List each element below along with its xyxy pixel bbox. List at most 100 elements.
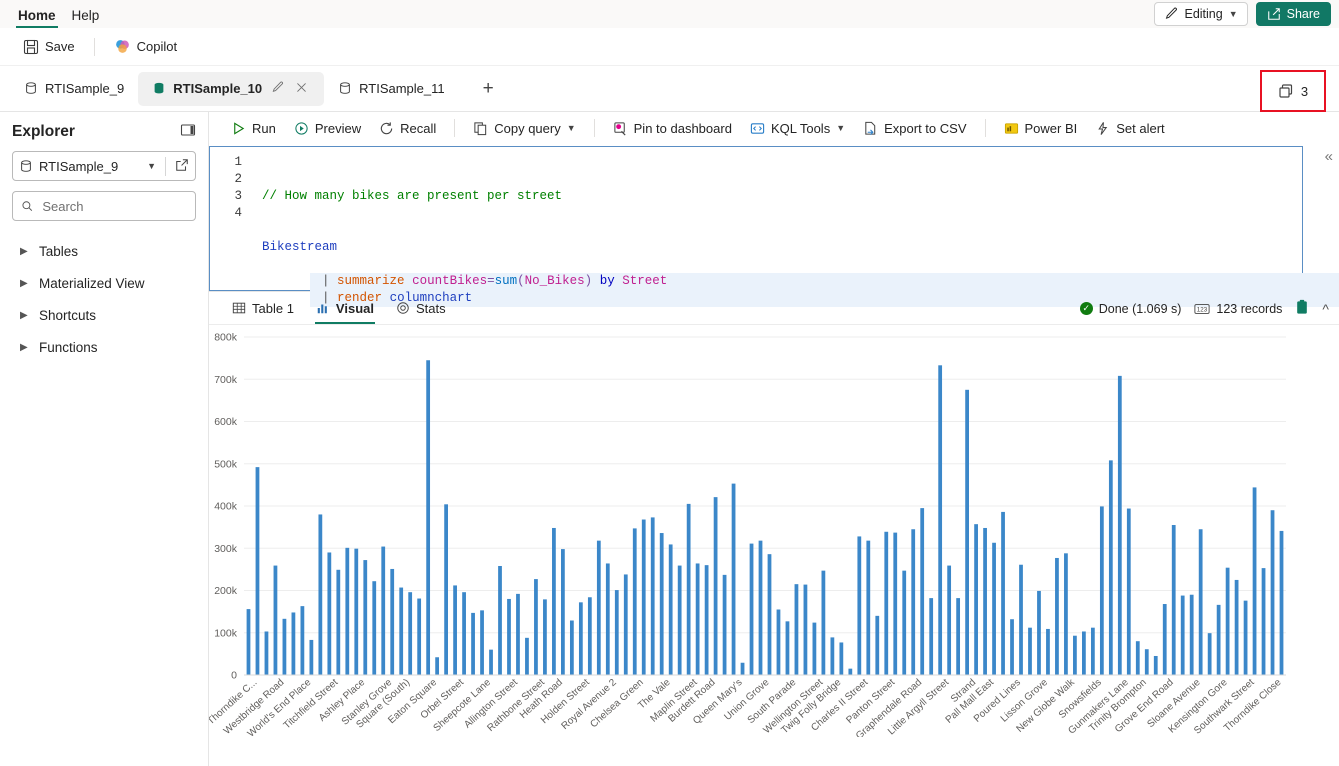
query-tab-strip: RTISample_9 RTISample_10 RTISample_11 +	[0, 66, 1339, 112]
run-button[interactable]: Run	[223, 117, 284, 140]
recall-button[interactable]: Recall	[371, 117, 444, 140]
ribbon-tab-help[interactable]: Help	[64, 5, 108, 28]
pin-to-dashboard-button[interactable]: Pin to dashboard	[605, 117, 740, 140]
query-tab-label: RTISample_10	[173, 81, 263, 96]
version-count-label: 3	[1300, 83, 1309, 99]
ribbon-tab-bar: Home Help Editing ▼ Share	[0, 0, 1339, 28]
power-bi-icon	[1004, 122, 1018, 134]
svg-text:400k: 400k	[214, 501, 238, 513]
collapse-results-button[interactable]: ^	[1322, 301, 1329, 317]
tree-node-tables[interactable]: ▶ Tables	[12, 235, 196, 267]
column-chart[interactable]: 0100k200k300k400k500k600k700k800kThorndi…	[209, 325, 1304, 737]
copilot-button[interactable]: Copilot	[105, 34, 186, 59]
kql-tools-icon	[750, 122, 765, 134]
set-alert-button[interactable]: Set alert	[1087, 117, 1172, 140]
success-check-icon: ✓	[1079, 302, 1093, 315]
copy-icon	[474, 121, 487, 135]
database-selector[interactable]: RTISample_9 ▼	[12, 151, 196, 181]
tree-node-materialized-view[interactable]: ▶ Materialized View	[12, 267, 196, 299]
copilot-label: Copilot	[136, 39, 178, 54]
clipboard-button[interactable]	[1295, 299, 1309, 318]
alert-bolt-icon	[1098, 121, 1108, 135]
export-csv-button[interactable]: Export to CSV	[855, 117, 974, 140]
open-database-button[interactable]	[175, 158, 189, 175]
database-icon	[26, 82, 36, 94]
share-button[interactable]: Share	[1255, 2, 1331, 26]
save-label: Save	[45, 39, 75, 54]
tab-table-1[interactable]: Table 1	[223, 292, 303, 324]
set-alert-label: Set alert	[1116, 120, 1165, 136]
query-tab-label: RTISample_11	[359, 81, 445, 96]
rename-tab-button[interactable]	[269, 79, 286, 99]
query-tab-rtisample-11[interactable]: RTISample_11	[324, 72, 459, 106]
explorer-title: Explorer	[12, 122, 75, 140]
tree-node-shortcuts[interactable]: ▶ Shortcuts	[12, 299, 196, 331]
copilot-icon	[115, 40, 129, 53]
collapse-right-panel-button[interactable]: «	[1325, 148, 1333, 165]
save-button[interactable]: Save	[14, 35, 84, 59]
tab-stats[interactable]: Stats	[387, 292, 455, 324]
tree-node-functions[interactable]: ▶ Functions	[12, 331, 196, 363]
query-pane: Run Preview Recall Copy query ▼ Pin to d…	[209, 112, 1339, 766]
results-tab-bar: Table 1 Visual Stats ✓ Done (1.069 s) 12…	[209, 292, 1339, 325]
copy-query-button[interactable]: Copy query ▼	[465, 117, 583, 140]
copy-query-label: Copy query	[494, 120, 561, 136]
svg-text:300k: 300k	[214, 543, 238, 555]
editing-mode-button[interactable]: Editing ▼	[1154, 2, 1248, 26]
chevron-down-icon: ▼	[566, 123, 576, 133]
query-toolbar: Run Preview Recall Copy query ▼ Pin to d…	[209, 112, 1339, 144]
query-tab-rtisample-10[interactable]: RTISample_10	[138, 71, 325, 106]
ribbon-tab-home-label: Home	[18, 8, 56, 23]
pin-to-dashboard-label: Pin to dashboard	[633, 120, 732, 136]
svg-text:200k: 200k	[214, 585, 238, 597]
kql-tools-button[interactable]: KQL Tools ▼	[742, 117, 853, 140]
record-count-label: 123 records	[1216, 301, 1283, 316]
ribbon-tab-home[interactable]: Home	[10, 5, 64, 28]
share-icon	[1267, 8, 1280, 20]
chevron-down-icon: ▼	[836, 123, 846, 133]
preview-button[interactable]: Preview	[286, 117, 369, 140]
tree-node-label: Functions	[39, 339, 98, 355]
stats-icon	[397, 302, 409, 314]
editor-gutter: 1 2 3 4	[210, 147, 250, 290]
database-icon	[340, 82, 350, 94]
collapse-explorer-button[interactable]	[180, 122, 196, 141]
ribbon-tab-help-label: Help	[71, 8, 100, 23]
add-query-tab-button[interactable]: +	[469, 79, 508, 98]
search-input[interactable]	[40, 197, 187, 215]
chart-container[interactable]: 0 100k 200k 300k 400k 500k 600k 700k 800k Thorndi…	[209, 325, 1339, 766]
chevron-right-icon: ▶	[20, 341, 28, 353]
explorer-header: Explorer	[12, 122, 196, 141]
code-line-2: Bikestream	[250, 239, 1302, 256]
svg-text:0: 0	[231, 670, 237, 682]
explorer-search[interactable]	[12, 191, 196, 221]
chevron-right-icon: ▶	[20, 309, 28, 321]
selector-divider	[165, 156, 166, 176]
version-count-badge[interactable]: 3	[1260, 70, 1326, 112]
power-bi-button[interactable]: Power BI	[996, 117, 1086, 140]
pencil-icon	[272, 81, 284, 92]
main-content: Explorer RTISample_9 ▼ Search ▶ Tables ▶…	[0, 112, 1339, 766]
pencil-icon	[1166, 7, 1178, 19]
clipboard-icon	[1297, 299, 1308, 314]
results-status: ✓ Done (1.069 s) 123 123 records ^	[1079, 292, 1329, 325]
close-tab-button[interactable]	[293, 79, 310, 99]
share-label: Share	[1286, 7, 1320, 21]
command-bar-divider	[93, 37, 95, 56]
code-line-1: // How many bikes are present per street	[250, 188, 1302, 205]
chart-scrollbar[interactable]	[1329, 325, 1338, 766]
svg-text:800k: 800k	[214, 332, 238, 344]
toolbar-divider	[454, 119, 456, 137]
query-tab-rtisample-9[interactable]: RTISample_9	[10, 72, 138, 106]
editor-code[interactable]: // How many bikes are present per street…	[250, 147, 1339, 307]
recall-icon	[380, 121, 393, 134]
query-editor[interactable]: 1 2 3 4 // How many bikes are present pe…	[209, 146, 1339, 307]
chevron-down-icon: ▼	[1228, 9, 1238, 19]
play-icon	[234, 121, 245, 135]
tab-visual[interactable]: Visual	[307, 292, 383, 324]
chevron-down-icon: ▼	[147, 161, 156, 171]
preview-label: Preview	[314, 120, 362, 136]
line-number: 1	[234, 155, 242, 169]
database-selector-label: RTISample_9	[39, 158, 119, 174]
explorer-panel: Explorer RTISample_9 ▼ Search ▶ Tables ▶…	[0, 112, 209, 766]
